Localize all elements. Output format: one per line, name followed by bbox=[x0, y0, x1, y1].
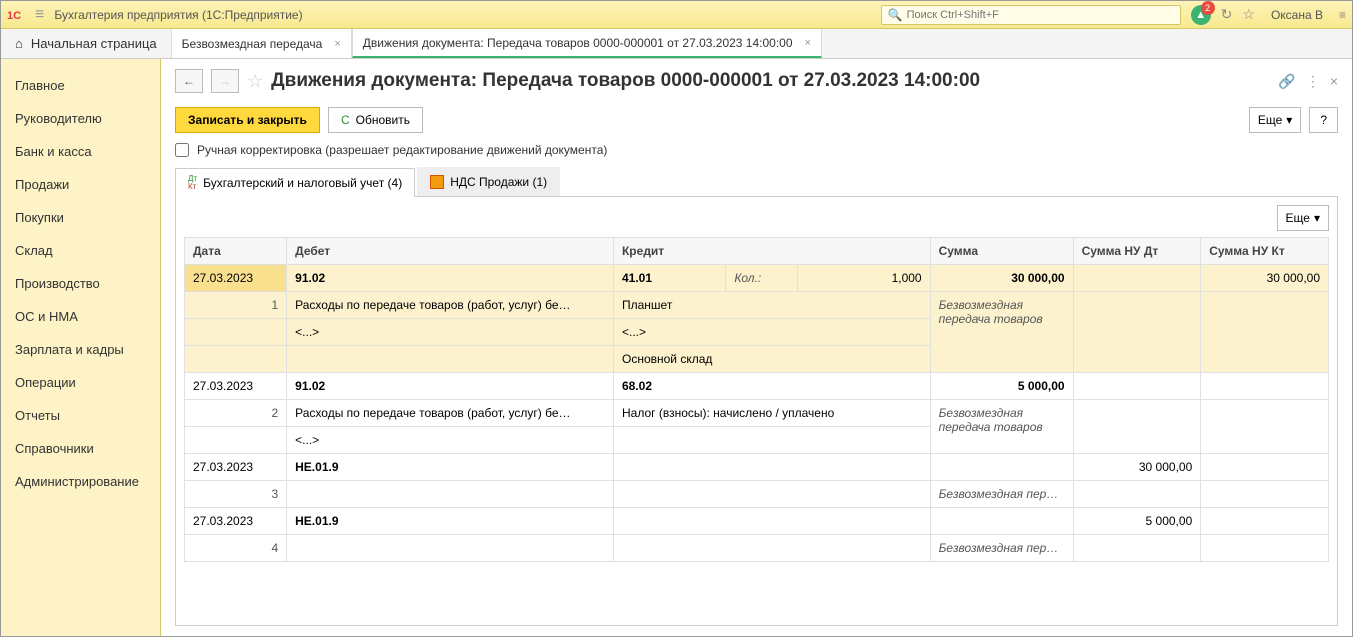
table-more-label: Еще bbox=[1286, 211, 1310, 225]
notifications-badge: 2 bbox=[1201, 1, 1215, 15]
th-date[interactable]: Дата bbox=[185, 238, 287, 265]
table-row[interactable]: 27.03.2023 НЕ.01.9 30 000,00 bbox=[185, 454, 1329, 481]
settings-icon[interactable]: ≡ bbox=[1339, 8, 1346, 22]
th-debit[interactable]: Дебет bbox=[287, 238, 614, 265]
favorites-icon[interactable]: ☆ bbox=[1242, 6, 1255, 23]
help-button[interactable]: ? bbox=[1309, 107, 1338, 133]
kebab-icon[interactable]: ⋮ bbox=[1306, 73, 1320, 90]
sidebar-item-warehouse[interactable]: Склад bbox=[1, 234, 160, 267]
app-logo: 1С bbox=[7, 6, 29, 24]
sidebar-item-catalogs[interactable]: Справочники bbox=[1, 432, 160, 465]
history-icon[interactable]: ↻ bbox=[1221, 6, 1233, 23]
sidebar-item-main[interactable]: Главное bbox=[1, 69, 160, 102]
chevron-down-icon: ▾ bbox=[1314, 211, 1320, 225]
table-area: Еще ▾ Дата Дебет Кредит Сумма Сумма НУ Д… bbox=[175, 197, 1338, 626]
tab-vat-sales[interactable]: НДС Продажи (1) bbox=[417, 167, 560, 196]
table-more-button[interactable]: Еще ▾ bbox=[1277, 205, 1329, 231]
app-title: Бухгалтерия предприятия (1С:Предприятие) bbox=[54, 8, 302, 22]
manual-correction-row: Ручная корректировка (разрешает редактир… bbox=[175, 143, 1338, 157]
tab-free-transfer[interactable]: Безвозмездная передача × bbox=[171, 29, 352, 58]
home-icon: ⌂ bbox=[15, 36, 23, 51]
search-icon: 🔍 bbox=[888, 8, 903, 22]
table-row[interactable]: 2 Расходы по передаче товаров (работ, ус… bbox=[185, 400, 1329, 427]
close-panel-icon[interactable]: × bbox=[1330, 73, 1338, 89]
dtkt-icon: ДтКт bbox=[188, 175, 197, 191]
th-credit[interactable]: Кредит bbox=[613, 238, 930, 265]
save-close-button[interactable]: Записать и закрыть bbox=[175, 107, 320, 133]
manual-correction-label: Ручная корректировка (разрешает редактир… bbox=[197, 143, 607, 157]
sidebar-item-assets[interactable]: ОС и НМА bbox=[1, 300, 160, 333]
table-row[interactable]: 1 Расходы по передаче товаров (работ, ус… bbox=[185, 292, 1329, 319]
main-content: ← → ☆ Движения документа: Передача товар… bbox=[161, 59, 1352, 636]
sidebar: Главное Руководителю Банк и касса Продаж… bbox=[1, 59, 161, 636]
sidebar-item-admin[interactable]: Администрирование bbox=[1, 465, 160, 498]
sidebar-item-bank[interactable]: Банк и касса bbox=[1, 135, 160, 168]
toolbar: Записать и закрыть С Обновить Еще ▾ ? bbox=[175, 107, 1338, 133]
favorite-star-icon[interactable]: ☆ bbox=[247, 71, 263, 92]
refresh-label: Обновить bbox=[356, 113, 410, 127]
tab-accounting-label: Бухгалтерский и налоговый учет (4) bbox=[203, 176, 402, 190]
nav-back-button[interactable]: ← bbox=[175, 69, 203, 93]
tab-accounting[interactable]: ДтКт Бухгалтерский и налоговый учет (4) bbox=[175, 168, 415, 197]
notifications-icon[interactable]: ▲2 bbox=[1191, 5, 1211, 25]
sidebar-item-operations[interactable]: Операции bbox=[1, 366, 160, 399]
sidebar-item-sales[interactable]: Продажи bbox=[1, 168, 160, 201]
home-tab[interactable]: ⌂ Начальная страница bbox=[1, 29, 171, 58]
table-row[interactable]: 27.03.2023 НЕ.01.9 5 000,00 bbox=[185, 508, 1329, 535]
table-row[interactable]: 3 Безвозмездная пер… bbox=[185, 481, 1329, 508]
sidebar-item-salary[interactable]: Зарплата и кадры bbox=[1, 333, 160, 366]
search-input[interactable] bbox=[907, 9, 1174, 21]
user-name[interactable]: Оксана В bbox=[1271, 8, 1323, 22]
tab-label: Безвозмездная передача bbox=[182, 37, 323, 51]
th-sum[interactable]: Сумма bbox=[930, 238, 1073, 265]
close-icon[interactable]: × bbox=[805, 37, 811, 49]
sidebar-item-manager[interactable]: Руководителю bbox=[1, 102, 160, 135]
search-box[interactable]: 🔍 bbox=[881, 5, 1181, 25]
more-button[interactable]: Еще ▾ bbox=[1249, 107, 1301, 133]
sidebar-item-purchases[interactable]: Покупки bbox=[1, 201, 160, 234]
page-title: Движения документа: Передача товаров 000… bbox=[271, 70, 1270, 92]
home-tab-label: Начальная страница bbox=[31, 36, 157, 51]
nav-forward-button[interactable]: → bbox=[211, 69, 239, 93]
topbar: 1С ≡ Бухгалтерия предприятия (1С:Предпри… bbox=[1, 1, 1352, 29]
th-nukt[interactable]: Сумма НУ Кт bbox=[1201, 238, 1329, 265]
refresh-icon: С bbox=[341, 113, 350, 127]
manual-correction-checkbox[interactable] bbox=[175, 143, 189, 157]
tab-vat-label: НДС Продажи (1) bbox=[450, 175, 547, 189]
more-label: Еще bbox=[1258, 113, 1282, 127]
svg-text:1С: 1С bbox=[7, 9, 21, 21]
table-row[interactable]: 27.03.2023 91.02 68.02 5 000,00 bbox=[185, 373, 1329, 400]
document-tabs: ⌂ Начальная страница Безвозмездная перед… bbox=[1, 29, 1352, 59]
chevron-down-icon: ▾ bbox=[1286, 113, 1292, 127]
register-tabs: ДтКт Бухгалтерский и налоговый учет (4) … bbox=[175, 167, 1338, 197]
table-row[interactable]: 27.03.2023 91.02 41.01 Кол.: 1,000 30 00… bbox=[185, 265, 1329, 292]
table-row[interactable]: 4 Безвозмездная пер… bbox=[185, 535, 1329, 562]
tab-document-movements[interactable]: Движения документа: Передача товаров 000… bbox=[352, 29, 822, 58]
table-header-row: Дата Дебет Кредит Сумма Сумма НУ Дт Сумм… bbox=[185, 238, 1329, 265]
postings-table: Дата Дебет Кредит Сумма Сумма НУ Дт Сумм… bbox=[184, 237, 1329, 562]
close-icon[interactable]: × bbox=[334, 38, 340, 50]
refresh-button[interactable]: С Обновить bbox=[328, 107, 423, 133]
th-nudt[interactable]: Сумма НУ Дт bbox=[1073, 238, 1201, 265]
sidebar-item-production[interactable]: Производство bbox=[1, 267, 160, 300]
menu-icon[interactable]: ≡ bbox=[35, 6, 44, 24]
link-icon[interactable]: 🔗 bbox=[1278, 73, 1295, 90]
document-icon bbox=[430, 175, 444, 189]
sidebar-item-reports[interactable]: Отчеты bbox=[1, 399, 160, 432]
tab-label: Движения документа: Передача товаров 000… bbox=[363, 36, 793, 50]
